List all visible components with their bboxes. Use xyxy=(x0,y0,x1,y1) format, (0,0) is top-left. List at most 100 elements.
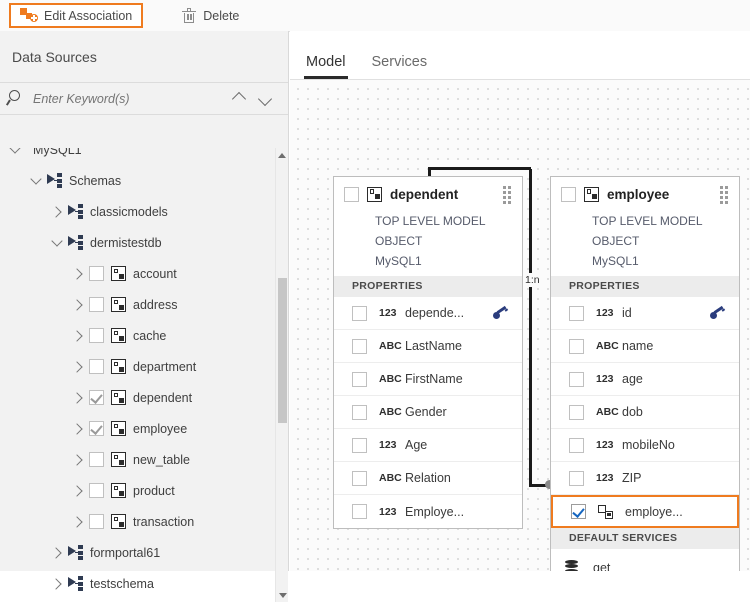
property-row[interactable]: 123 id xyxy=(551,297,739,330)
property-checkbox[interactable] xyxy=(352,504,367,519)
card-checkbox[interactable] xyxy=(561,186,576,202)
chevron-right-icon[interactable] xyxy=(67,511,89,533)
property-row[interactable]: employe... xyxy=(551,495,739,528)
tab-services[interactable]: Services xyxy=(362,54,438,79)
tree-item-checkbox[interactable] xyxy=(89,328,104,343)
tree-item-label: cache xyxy=(133,328,167,343)
tree-item-cache[interactable]: cache xyxy=(0,320,288,351)
table-icon xyxy=(111,483,126,498)
card-checkbox[interactable] xyxy=(344,186,359,202)
scroll-down-arrow[interactable] xyxy=(276,588,289,602)
panel-title: Data Sources xyxy=(0,31,288,83)
tree-item-dermistestdb[interactable]: dermistestdb xyxy=(0,227,288,258)
model-card-dependent[interactable]: dependent TOP LEVEL MODEL OBJECT MySQL1 PRO… xyxy=(333,176,523,529)
property-checkbox[interactable] xyxy=(352,371,367,387)
tree-item-transaction[interactable]: transaction xyxy=(0,506,288,537)
property-checkbox[interactable] xyxy=(352,437,367,453)
property-row[interactable]: ABC Gender xyxy=(334,396,522,429)
tree-item-formportal61[interactable]: formportal61 xyxy=(0,537,288,568)
drag-handle-icon[interactable] xyxy=(503,185,514,205)
property-checkbox[interactable] xyxy=(352,470,367,486)
property-checkbox[interactable] xyxy=(569,437,584,453)
property-checkbox[interactable] xyxy=(569,338,584,354)
chevron-right-icon[interactable] xyxy=(67,449,89,471)
property-row[interactable]: 123 Age xyxy=(334,429,522,462)
tree-item-account[interactable]: account xyxy=(0,258,288,289)
tree-item-checkbox[interactable] xyxy=(89,483,104,498)
property-row[interactable]: ABC FirstName xyxy=(334,363,522,396)
chevron-right-icon[interactable] xyxy=(67,294,89,316)
tree-item-checkbox[interactable] xyxy=(89,297,104,312)
scroll-up-arrow[interactable] xyxy=(276,148,288,162)
property-checkbox[interactable] xyxy=(569,470,584,486)
property-checkbox[interactable] xyxy=(569,371,584,387)
tree-item-checkbox[interactable] xyxy=(89,421,104,436)
property-checkbox[interactable] xyxy=(352,404,367,420)
tree-item-checkbox[interactable] xyxy=(89,390,104,405)
property-row[interactable]: 123 Employe... xyxy=(334,495,522,528)
chevron-right-icon[interactable] xyxy=(46,201,68,223)
search-input[interactable] xyxy=(31,90,226,107)
tree-item-department[interactable]: department xyxy=(0,351,288,382)
chevron-right-icon[interactable] xyxy=(46,573,68,595)
property-row[interactable]: 123 age xyxy=(551,363,739,396)
tree-item-new_table[interactable]: new_table xyxy=(0,444,288,475)
edit-association-button[interactable]: Edit Association xyxy=(9,3,144,28)
chevron-right-icon[interactable] xyxy=(67,418,89,440)
property-name: mobileNo xyxy=(622,438,675,452)
property-name: Employe... xyxy=(405,504,465,519)
tab-model[interactable]: Model xyxy=(296,54,356,79)
tree-item-mysql1[interactable]: MySQL1 xyxy=(0,148,288,165)
property-row[interactable]: ABC LastName xyxy=(334,330,522,363)
property-checkbox[interactable] xyxy=(571,504,586,519)
property-checkbox[interactable] xyxy=(352,338,367,354)
tree-item-classicmodels[interactable]: classicmodels xyxy=(0,196,288,227)
search-next-button[interactable] xyxy=(252,86,278,112)
property-row[interactable]: 123 ZIP xyxy=(551,462,739,495)
property-name: Age xyxy=(405,438,428,452)
search-prev-button[interactable] xyxy=(226,86,252,112)
property-name: name xyxy=(622,339,654,353)
tree-item-dependent[interactable]: dependent xyxy=(0,382,288,413)
tree-item-checkbox[interactable] xyxy=(89,452,104,467)
tree-item-checkbox[interactable] xyxy=(89,359,104,374)
chevron-down-icon[interactable] xyxy=(25,170,47,192)
tree-item-product[interactable]: product xyxy=(0,475,288,506)
card-subtitle-source: MySQL1 xyxy=(592,254,639,268)
model-canvas[interactable]: 1:n dependent TOP LEVEL MODEL OBJECT MySQL… xyxy=(290,80,750,571)
chevron-down-icon[interactable] xyxy=(4,148,26,161)
tree-item-checkbox[interactable] xyxy=(89,514,104,529)
panel-scrollbar[interactable] xyxy=(275,148,288,602)
property-row[interactable]: ABC name xyxy=(551,330,739,363)
delete-button[interactable]: Delete xyxy=(173,3,248,28)
property-row[interactable]: 123 mobileNo xyxy=(551,429,739,462)
tree-item-checkbox[interactable] xyxy=(89,266,104,281)
service-row-get[interactable]: get xyxy=(551,549,739,571)
chevron-right-icon[interactable] xyxy=(67,325,89,347)
model-card-employee[interactable]: employee TOP LEVEL MODEL OBJECT MySQL1 PROP… xyxy=(550,176,740,571)
tree-item-schemas[interactable]: Schemas xyxy=(0,165,288,196)
property-row[interactable]: 123 depende... xyxy=(334,297,522,330)
property-type-label: ABC xyxy=(379,406,402,418)
chevron-down-icon[interactable] xyxy=(46,232,68,254)
chevron-right-icon[interactable] xyxy=(67,480,89,502)
property-name: FirstName xyxy=(405,372,463,386)
property-row[interactable]: ABC dob xyxy=(551,396,739,429)
drag-handle-icon[interactable] xyxy=(720,185,731,205)
tree-item-testschema[interactable]: testschema xyxy=(0,568,288,599)
chevron-right-icon[interactable] xyxy=(67,263,89,285)
property-checkbox[interactable] xyxy=(569,305,584,321)
chevron-right-icon[interactable] xyxy=(67,356,89,378)
property-checkbox[interactable] xyxy=(352,305,367,321)
property-checkbox[interactable] xyxy=(569,404,584,420)
property-row[interactable]: ABC Relation xyxy=(334,462,522,495)
chevron-right-icon[interactable] xyxy=(46,542,68,564)
delete-label: Delete xyxy=(203,8,240,23)
property-name: employe... xyxy=(625,504,683,519)
tree-item-address[interactable]: address xyxy=(0,289,288,320)
search-icon[interactable] xyxy=(5,90,25,107)
chevron-right-icon[interactable] xyxy=(67,387,89,409)
table-icon xyxy=(111,328,126,343)
tree-item-employee[interactable]: employee xyxy=(0,413,288,444)
scrollbar-thumb[interactable] xyxy=(278,278,287,423)
